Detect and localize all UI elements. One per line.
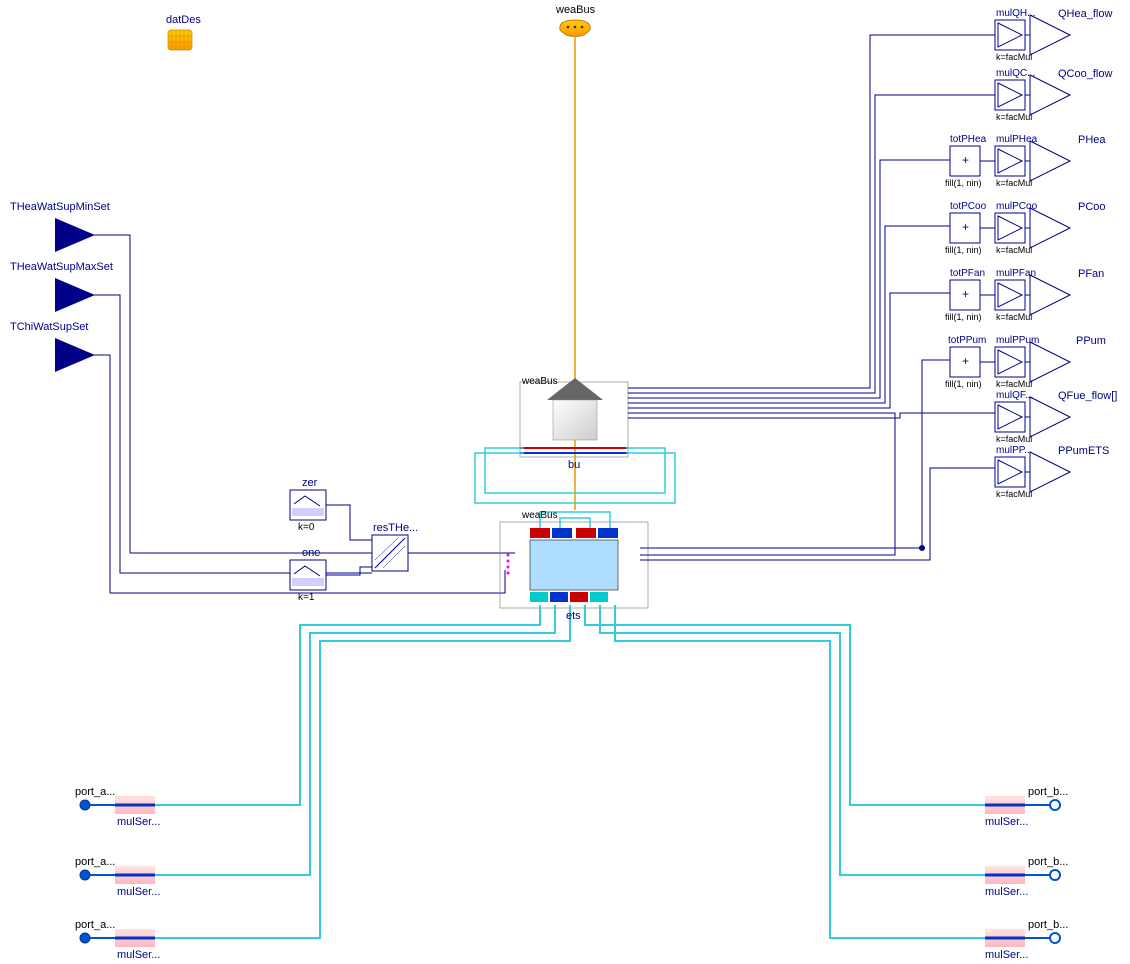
lbl-resthe: resTHe... [373,522,418,534]
lbl-mul-1: mulQC... [996,68,1035,79]
lbl-out-0: QHea_flow [1058,8,1112,20]
datdes-icon[interactable] [168,30,192,50]
lbl-port-b-1: port_b... [1028,786,1068,798]
lbl-datdes: datDes [166,14,201,26]
lbl-k-2: k=facMul [996,178,1032,188]
lbl-out-1: QCoo_flow [1058,68,1112,80]
lbl-out-2: PHea [1078,134,1106,146]
lbl-bui: bu [568,459,580,471]
lbl-port-a-3: port_a... [75,919,115,931]
lbl-k-0: k=facMul [996,52,1032,62]
lbl-thea-max: THeaWatSupMaxSet [10,261,113,273]
lbl-one-k: k=1 [298,592,314,603]
bui-block[interactable] [520,378,628,457]
lbl-ets-weabus: weaBus [522,510,558,521]
lbl-mul-0: mulQH... [996,8,1035,19]
output-ppum[interactable]: + [950,342,1070,382]
resthe-block[interactable] [372,535,408,571]
output-phea[interactable]: + [950,141,1070,181]
lbl-fill-2: fill(1, nin) [945,178,982,188]
lbl-thea-min: THeaWatSupMinSet [10,201,110,213]
svg-text:+: + [962,354,969,368]
output-pfan[interactable]: + [950,275,1070,315]
lbl-zer-k: k=0 [298,522,314,533]
output-qhea[interactable] [995,15,1070,55]
output-qcoo[interactable] [995,75,1070,115]
lbl-mulser-a-3: mulSer... [117,949,160,961]
lbl-out-7: PPumETS [1058,445,1109,457]
port-a-1[interactable] [80,796,155,814]
port-b-3[interactable] [985,929,1060,947]
lbl-mulser-b-1: mulSer... [985,816,1028,828]
port-a-3[interactable] [80,929,155,947]
zer-block[interactable] [290,490,326,520]
lbl-ets: ets [566,610,581,622]
lbl-mul-5: mulPPum [996,335,1039,346]
lbl-mul-6: mulQF... [996,390,1033,401]
lbl-mul-2: mulPHea [996,134,1037,145]
input-thea-min[interactable] [55,218,95,252]
lbl-mulser-a-2: mulSer... [117,886,160,898]
port-b-1[interactable] [985,796,1060,814]
lbl-k-5: k=facMul [996,379,1032,389]
lbl-k-3: k=facMul [996,245,1032,255]
lbl-tot-3: totPCoo [950,201,986,212]
output-pcoo[interactable]: + [950,208,1070,248]
lbl-mulser-a-1: mulSer... [117,816,160,828]
lbl-zer: zer [302,477,317,489]
lbl-k-1: k=facMul [996,112,1032,122]
lbl-fill-4: fill(1, nin) [945,312,982,322]
lbl-mul-4: mulPFan [996,268,1036,279]
lbl-tot-5: totPPum [948,335,986,346]
one-block[interactable] [290,560,326,590]
svg-text:+: + [962,153,969,167]
lbl-tchi: TChiWatSupSet [10,321,88,333]
lbl-port-a-2: port_a... [75,856,115,868]
lbl-k-7: k=facMul [996,489,1032,499]
lbl-out-5: PPum [1076,335,1106,347]
input-tchi[interactable] [55,338,95,372]
lbl-one: one [302,547,320,559]
lbl-port-b-3: port_b... [1028,919,1068,931]
lbl-mulser-b-2: mulSer... [985,886,1028,898]
lbl-out-6: QFue_flow[] [1058,390,1117,402]
lbl-bui-weabus: weaBus [522,376,558,387]
ets-block[interactable] [500,522,648,608]
svg-text:+: + [962,287,969,301]
weabus-connector[interactable] [560,20,590,37]
lbl-mul-3: mulPCoo [996,201,1037,212]
lbl-tot-2: totPHea [950,134,986,145]
lbl-k-6: k=facMul [996,434,1032,444]
output-qfue[interactable] [995,397,1070,437]
svg-text:+: + [962,220,969,234]
lbl-weabus: weaBus [556,4,595,16]
lbl-port-a-1: port_a... [75,786,115,798]
lbl-out-3: PCoo [1078,201,1106,213]
input-thea-max[interactable] [55,278,95,312]
output-ppumets[interactable] [995,452,1070,492]
lbl-fill-3: fill(1, nin) [945,245,982,255]
port-b-2[interactable] [985,866,1060,884]
lbl-k-4: k=facMul [996,312,1032,322]
lbl-mul-7: mulPP... [996,445,1033,456]
lbl-fill-5: fill(1, nin) [945,379,982,389]
lbl-port-b-2: port_b... [1028,856,1068,868]
lbl-out-4: PFan [1078,268,1104,280]
lbl-mulser-b-3: mulSer... [985,949,1028,961]
lbl-tot-4: totPFan [950,268,985,279]
port-a-2[interactable] [80,866,155,884]
